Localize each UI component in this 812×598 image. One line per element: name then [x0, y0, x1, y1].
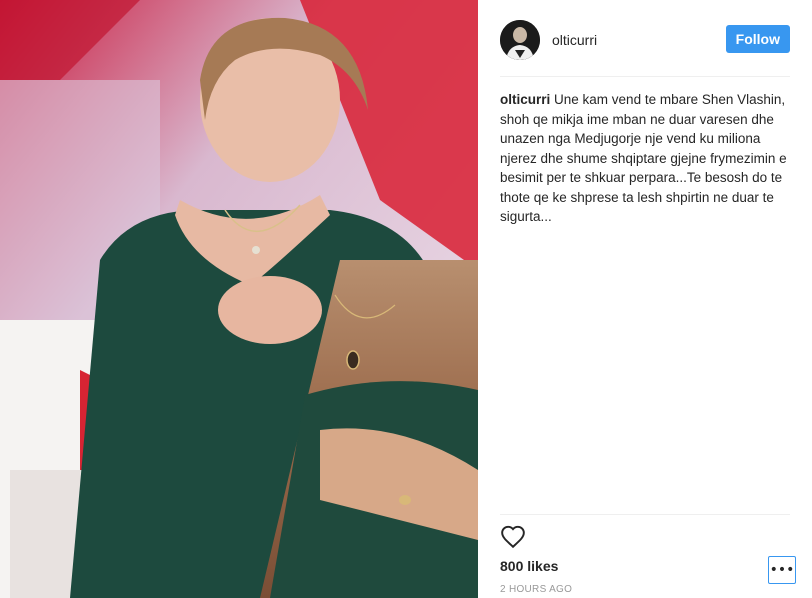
post-details-panel: olticurri Follow olticurri Une kam vend … — [478, 0, 812, 598]
caption-username[interactable]: olticurri — [500, 92, 550, 107]
post-header: olticurri Follow — [500, 18, 790, 62]
post-caption: olticurri Une kam vend te mbare Shen Vla… — [500, 90, 792, 227]
heart-icon[interactable] — [500, 524, 526, 550]
heart-icon-glyph — [501, 525, 525, 549]
actions-divider — [500, 514, 790, 515]
photo-illustration — [0, 0, 478, 598]
more-options-icon[interactable]: ••• — [768, 556, 796, 584]
follow-button[interactable]: Follow — [725, 25, 790, 53]
post-timestamp[interactable]: 2 HOURS AGO — [500, 584, 572, 595]
caption-text: Une kam vend te mbare Shen Vlashin, shoh… — [500, 92, 787, 224]
header-divider — [500, 76, 790, 77]
post-photo[interactable] — [0, 0, 478, 598]
instagram-post: olticurri Follow olticurri Une kam vend … — [0, 0, 812, 598]
avatar-image — [500, 20, 540, 60]
username-link[interactable]: olticurri — [552, 32, 597, 48]
likes-count[interactable]: 800 likes — [500, 558, 558, 574]
avatar[interactable] — [500, 20, 540, 60]
